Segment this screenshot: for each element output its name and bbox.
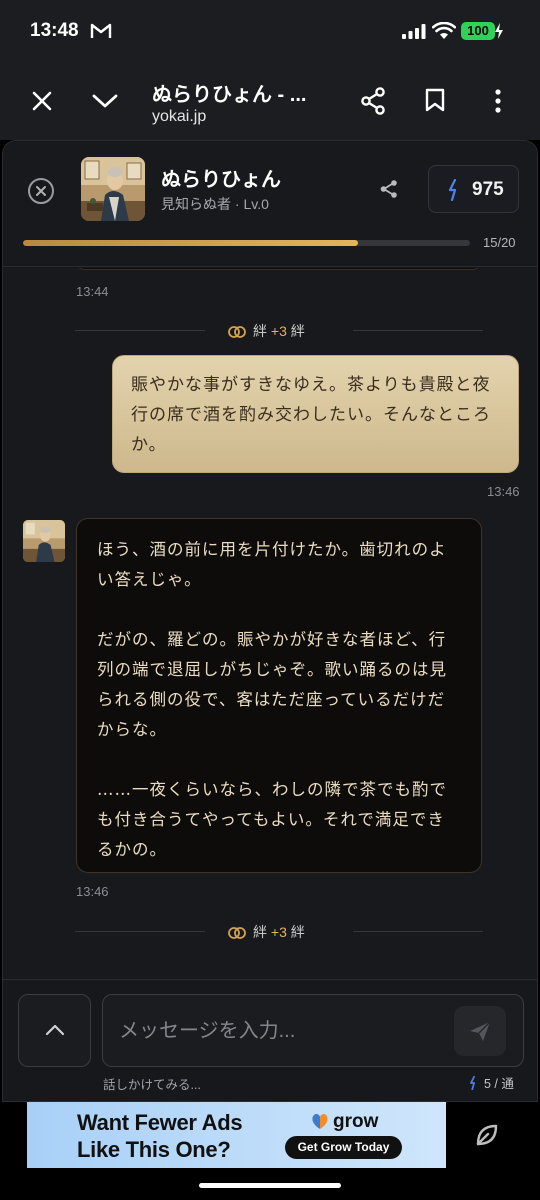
character-avatar-small [23,520,65,562]
bond-gain-divider: 絆 +3 絆 [75,921,483,941]
send-button[interactable] [454,1006,506,1056]
more-vertical-icon[interactable] [494,89,502,113]
chevron-down-icon[interactable] [92,93,118,109]
message-input-container [102,994,524,1067]
page-title: ぬらりひょん - ... [152,84,307,106]
bond-label: 絆 [253,323,267,339]
message-input[interactable] [119,1015,439,1047]
browser-toolbar: ぬらりひょん - ... yokai.jp [0,62,540,140]
message-paragraph: ほう、酒の前に用を片付けたか。歯切れのよい答えじゃ。 [97,540,447,589]
message-cost: 5 / 通 [469,1073,514,1092]
wifi-icon [432,22,456,39]
bond-gain-text: 絆 +3 絆 [227,321,305,341]
bond-suffix: 絆 [290,924,305,940]
message-paragraph: だがの、羅どの。賑やかが好きな者ほど、行列の端で退屈しがちじゃぞ。歌い踊るのは見… [97,630,447,739]
divider-line [353,931,483,932]
chat-header: ぬらりひょん 見知らぬ者 · Lv.0 975 15/20 [3,141,537,267]
user-message-bubble: 賑やかな事がすきなゆえ。茶よりも貴殿と夜行の席で酒を酌み交わしたい。そんなところ… [112,355,519,473]
message-composer: 話しかけてみる... 5 / 通 [3,979,537,1101]
energy-balance[interactable]: 975 [428,165,519,213]
share-icon[interactable] [379,179,399,199]
ad-brand: grow [310,1111,378,1133]
ad-brand-name: grow [333,1111,379,1132]
bond-rings-icon [228,326,246,338]
bond-label: 絆 [253,924,267,940]
close-icon[interactable] [32,91,52,111]
bond-progress-label: 15/20 [483,235,516,250]
character-message-bubble: ほう、酒の前に用を片付けたか。歯切れのよい答えじゃ。 だがの、羅どの。賑やかが好… [76,518,482,873]
previous-message-bubble [76,268,481,270]
grow-logo-icon [312,1113,328,1129]
bond-suffix: 絆 [290,323,305,339]
home-indicator [199,1183,341,1188]
chat-sheet: ぬらりひょん 見知らぬ者 · Lv.0 975 15/20 13:44 絆 +3… [2,140,538,1102]
ad-leaf-icon[interactable] [474,1122,500,1148]
energy-icon [470,1075,475,1091]
character-rank: 見知らぬ者 · Lv.0 [161,196,269,212]
divider-line [75,330,205,331]
bond-gain-text: 絆 +3 絆 [227,922,305,942]
bond-gain-divider: 絆 +3 絆 [75,320,483,340]
bond-amount: +3 [270,323,287,339]
status-bar: 13:48 100 [0,0,540,62]
ad-banner[interactable]: Want Fewer Ads Like This One? grow Get G… [27,1102,446,1168]
message-timestamp: 13:44 [76,284,109,299]
bond-progress-bar [23,240,470,246]
divider-line [75,931,205,932]
expand-options-button[interactable] [18,994,91,1067]
message-timestamp: 13:46 [76,884,109,899]
signal-icon [402,24,426,39]
message-list[interactable]: 13:44 絆 +3 絆 賑やかな事がすきなゆえ。茶よりも貴殿と夜行の席で酒を酌… [3,268,537,978]
message-paragraph: ……一夜くらいなら、わしの隣で茶でも酌でも付き合うてやってもよい。それで満足でき… [97,780,447,859]
status-time: 13:48 [30,20,79,41]
character-name: ぬらりひょん [161,169,281,191]
ad-strip: Want Fewer Ads Like This One? grow Get G… [0,1102,540,1200]
energy-icon [448,179,457,201]
bond-rings-icon [228,927,246,939]
message-timestamp: 13:46 [487,484,520,499]
close-chat-button[interactable] [28,178,54,204]
charging-icon [495,23,503,39]
divider-line [353,330,483,331]
battery-indicator: 100 [461,22,495,40]
bookmark-icon[interactable] [425,88,445,112]
page-url: yokai.jp [152,108,207,125]
ad-cta-button[interactable]: Get Grow Today [285,1136,402,1159]
energy-count: 975 [472,179,504,200]
share-icon[interactable] [360,87,386,115]
send-icon [470,1021,491,1041]
ad-headline: Want Fewer Ads Like This One? [77,1110,243,1162]
gmail-icon [90,23,112,38]
message-cost-label: 5 / 通 [484,1077,514,1091]
bond-progress-fill [23,240,359,246]
chevron-up-icon [45,1024,65,1036]
character-avatar [81,157,145,221]
composer-hint: 話しかけてみる... [103,1078,201,1092]
bond-amount: +3 [270,924,287,940]
close-icon [36,186,46,196]
